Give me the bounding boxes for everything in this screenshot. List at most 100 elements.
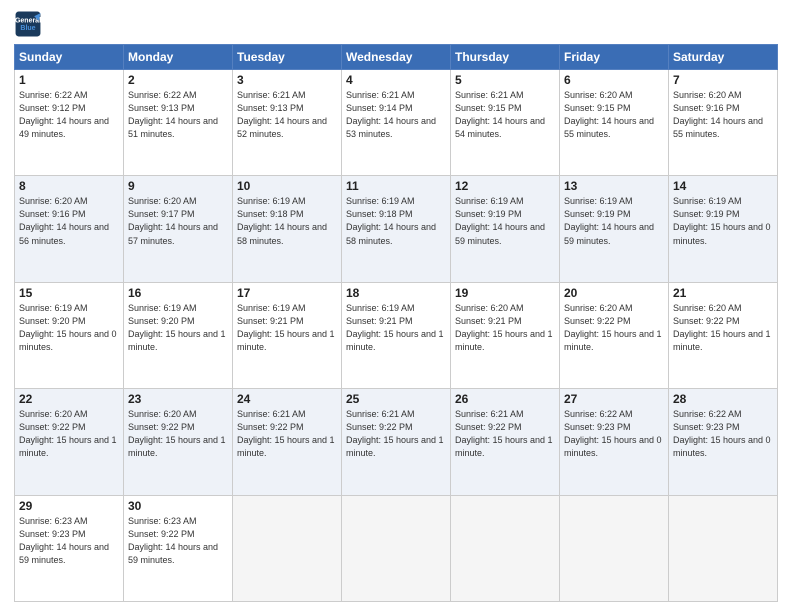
calendar-cell: 27Sunrise: 6:22 AMSunset: 9:23 PMDayligh…: [560, 389, 669, 495]
day-number: 20: [564, 286, 664, 300]
calendar-cell: 28 Sunrise: 6:22 AMSunset: 9:23 PMDayligh…: [669, 389, 778, 495]
header: General Blue: [14, 10, 778, 38]
day-info: Sunrise: 6:20 AMSunset: 9:15 PMDaylight:…: [564, 89, 664, 141]
day-number: 17: [237, 286, 337, 300]
calendar-cell: 20Sunrise: 6:20 AMSunset: 9:22 PMDayligh…: [560, 282, 669, 388]
day-number: 9: [128, 179, 228, 193]
calendar-header-row: SundayMondayTuesdayWednesdayThursdayFrid…: [15, 45, 778, 70]
day-info: Sunrise: 6:19 AMSunset: 9:19 PMDaylight:…: [673, 195, 773, 247]
logo-icon: General Blue: [14, 10, 42, 38]
day-number: 26: [455, 392, 555, 406]
day-info: Sunrise: 6:22 AMSunset: 9:12 PMDaylight:…: [19, 89, 119, 141]
calendar-header-friday: Friday: [560, 45, 669, 70]
day-info: Sunrise: 6:22 AMSunset: 9:23 PMDaylight:…: [673, 408, 773, 460]
calendar-header-monday: Monday: [124, 45, 233, 70]
calendar-cell: 10 Sunrise: 6:19 AMSunset: 9:18 PMDayligh…: [233, 176, 342, 282]
day-info: Sunrise: 6:21 AMSunset: 9:22 PMDaylight:…: [455, 408, 555, 460]
day-info: Sunrise: 6:22 AMSunset: 9:23 PMDaylight:…: [564, 408, 664, 460]
day-number: 29: [19, 499, 119, 513]
calendar-week-row: 1 Sunrise: 6:22 AMSunset: 9:12 PMDaylight…: [15, 70, 778, 176]
calendar-cell: 18 Sunrise: 6:19 AMSunset: 9:21 PMDayligh…: [342, 282, 451, 388]
calendar-cell: 29 Sunrise: 6:23 AMSunset: 9:23 PMDayligh…: [15, 495, 124, 601]
calendar-cell: 30 Sunrise: 6:23 AMSunset: 9:22 PMDayligh…: [124, 495, 233, 601]
day-info: Sunrise: 6:19 AMSunset: 9:20 PMDaylight:…: [128, 302, 228, 354]
day-info: Sunrise: 6:20 AMSunset: 9:22 PMDaylight:…: [19, 408, 119, 460]
day-number: 1: [19, 73, 119, 87]
day-number: 4: [346, 73, 446, 87]
calendar-cell: 14 Sunrise: 6:19 AMSunset: 9:19 PMDayligh…: [669, 176, 778, 282]
calendar-cell: 15 Sunrise: 6:19 AMSunset: 9:20 PMDayligh…: [15, 282, 124, 388]
day-number: 30: [128, 499, 228, 513]
calendar-cell: 4Sunrise: 6:21 AMSunset: 9:14 PMDaylight…: [342, 70, 451, 176]
day-info: Sunrise: 6:19 AMSunset: 9:19 PMDaylight:…: [564, 195, 664, 247]
calendar-week-row: 8Sunrise: 6:20 AMSunset: 9:16 PMDaylight…: [15, 176, 778, 282]
calendar-cell: 26 Sunrise: 6:21 AMSunset: 9:22 PMDayligh…: [451, 389, 560, 495]
day-number: 18: [346, 286, 446, 300]
calendar-cell: 1 Sunrise: 6:22 AMSunset: 9:12 PMDaylight…: [15, 70, 124, 176]
calendar-week-row: 29 Sunrise: 6:23 AMSunset: 9:23 PMDayligh…: [15, 495, 778, 601]
day-number: 10: [237, 179, 337, 193]
calendar-cell: 22 Sunrise: 6:20 AMSunset: 9:22 PMDayligh…: [15, 389, 124, 495]
calendar-week-row: 22 Sunrise: 6:20 AMSunset: 9:22 PMDayligh…: [15, 389, 778, 495]
day-info: Sunrise: 6:19 AMSunset: 9:19 PMDaylight:…: [455, 195, 555, 247]
calendar-cell: 3 Sunrise: 6:21 AMSunset: 9:13 PMDaylight…: [233, 70, 342, 176]
day-info: Sunrise: 6:22 AMSunset: 9:13 PMDaylight:…: [128, 89, 228, 141]
calendar-cell: 7 Sunrise: 6:20 AMSunset: 9:16 PMDaylight…: [669, 70, 778, 176]
page: General Blue SundayMondayTuesdayWednesda…: [0, 0, 792, 612]
calendar-header-thursday: Thursday: [451, 45, 560, 70]
calendar-cell: 19Sunrise: 6:20 AMSunset: 9:21 PMDayligh…: [451, 282, 560, 388]
day-number: 15: [19, 286, 119, 300]
calendar-cell: [342, 495, 451, 601]
day-number: 2: [128, 73, 228, 87]
day-info: Sunrise: 6:19 AMSunset: 9:21 PMDaylight:…: [346, 302, 446, 354]
calendar-cell: 9 Sunrise: 6:20 AMSunset: 9:17 PMDaylight…: [124, 176, 233, 282]
day-number: 8: [19, 179, 119, 193]
day-info: Sunrise: 6:20 AMSunset: 9:17 PMDaylight:…: [128, 195, 228, 247]
calendar-week-row: 15 Sunrise: 6:19 AMSunset: 9:20 PMDayligh…: [15, 282, 778, 388]
calendar-cell: 23 Sunrise: 6:20 AMSunset: 9:22 PMDayligh…: [124, 389, 233, 495]
calendar-header-saturday: Saturday: [669, 45, 778, 70]
calendar-cell: 6 Sunrise: 6:20 AMSunset: 9:15 PMDaylight…: [560, 70, 669, 176]
calendar-header-tuesday: Tuesday: [233, 45, 342, 70]
day-number: 25: [346, 392, 446, 406]
day-info: Sunrise: 6:21 AMSunset: 9:22 PMDaylight:…: [346, 408, 446, 460]
calendar-cell: [451, 495, 560, 601]
calendar-header-sunday: Sunday: [15, 45, 124, 70]
day-info: Sunrise: 6:19 AMSunset: 9:20 PMDaylight:…: [19, 302, 119, 354]
calendar-cell: [560, 495, 669, 601]
day-number: 3: [237, 73, 337, 87]
day-info: Sunrise: 6:19 AMSunset: 9:18 PMDaylight:…: [237, 195, 337, 247]
calendar-cell: 8Sunrise: 6:20 AMSunset: 9:16 PMDaylight…: [15, 176, 124, 282]
calendar-cell: 12Sunrise: 6:19 AMSunset: 9:19 PMDayligh…: [451, 176, 560, 282]
calendar-cell: 25 Sunrise: 6:21 AMSunset: 9:22 PMDayligh…: [342, 389, 451, 495]
day-number: 5: [455, 73, 555, 87]
day-info: Sunrise: 6:23 AMSunset: 9:23 PMDaylight:…: [19, 515, 119, 567]
calendar-cell: 13 Sunrise: 6:19 AMSunset: 9:19 PMDayligh…: [560, 176, 669, 282]
day-number: 11: [346, 179, 446, 193]
calendar-cell: 21Sunrise: 6:20 AMSunset: 9:22 PMDayligh…: [669, 282, 778, 388]
day-info: Sunrise: 6:23 AMSunset: 9:22 PMDaylight:…: [128, 515, 228, 567]
calendar-header-wednesday: Wednesday: [342, 45, 451, 70]
day-info: Sunrise: 6:21 AMSunset: 9:22 PMDaylight:…: [237, 408, 337, 460]
calendar-cell: [669, 495, 778, 601]
day-info: Sunrise: 6:20 AMSunset: 9:22 PMDaylight:…: [673, 302, 773, 354]
day-number: 14: [673, 179, 773, 193]
calendar-cell: 11 Sunrise: 6:19 AMSunset: 9:18 PMDayligh…: [342, 176, 451, 282]
day-number: 19: [455, 286, 555, 300]
day-number: 6: [564, 73, 664, 87]
calendar-table: SundayMondayTuesdayWednesdayThursdayFrid…: [14, 44, 778, 602]
day-info: Sunrise: 6:20 AMSunset: 9:22 PMDaylight:…: [128, 408, 228, 460]
calendar-cell: 2 Sunrise: 6:22 AMSunset: 9:13 PMDaylight…: [124, 70, 233, 176]
calendar-cell: 17Sunrise: 6:19 AMSunset: 9:21 PMDayligh…: [233, 282, 342, 388]
day-number: 23: [128, 392, 228, 406]
logo: General Blue: [14, 10, 42, 38]
day-info: Sunrise: 6:21 AMSunset: 9:13 PMDaylight:…: [237, 89, 337, 141]
day-number: 22: [19, 392, 119, 406]
day-info: Sunrise: 6:21 AMSunset: 9:15 PMDaylight:…: [455, 89, 555, 141]
calendar-cell: 24Sunrise: 6:21 AMSunset: 9:22 PMDayligh…: [233, 389, 342, 495]
day-number: 7: [673, 73, 773, 87]
day-info: Sunrise: 6:19 AMSunset: 9:18 PMDaylight:…: [346, 195, 446, 247]
day-number: 13: [564, 179, 664, 193]
day-info: Sunrise: 6:20 AMSunset: 9:16 PMDaylight:…: [673, 89, 773, 141]
day-number: 28: [673, 392, 773, 406]
